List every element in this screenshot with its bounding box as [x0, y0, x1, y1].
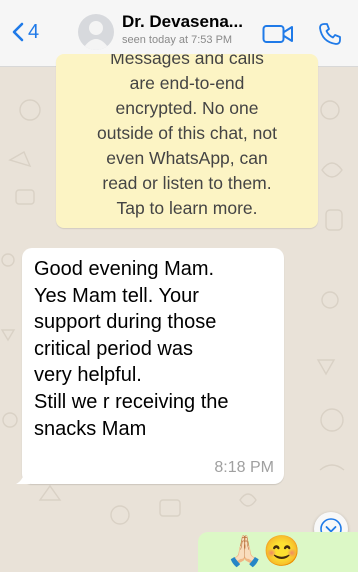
avatar[interactable] [78, 14, 114, 50]
outgoing-emoji-text: 🙏🏻😊 [226, 535, 301, 568]
contact-info[interactable]: Dr. Devasena... seen today at 7:53 PM [122, 12, 262, 46]
encryption-notice-text: Messages and calls are end-to-end encryp… [56, 54, 318, 221]
message-line: Yes Mam tell. Your [34, 284, 199, 307]
encryption-line: outside of this chat, not [97, 123, 277, 143]
video-call-button[interactable] [262, 24, 294, 49]
message-line: support during those [34, 311, 217, 334]
outgoing-message-bubble[interactable]: 🙏🏻😊 [198, 532, 358, 572]
message-line: Good evening Mam. [34, 258, 215, 280]
video-camera-icon [262, 25, 293, 43]
chevron-left-icon [12, 22, 24, 42]
last-seen: seen today at 7:53 PM [122, 34, 233, 46]
encryption-line: even WhatsApp, can [106, 148, 268, 168]
message-line: critical period was [34, 337, 193, 360]
incoming-message-bubble[interactable]: Good evening Mam. Yes Mam tell. Your sup… [16, 248, 284, 484]
message-text: Good evening Mam. Yes Mam tell. Your sup… [34, 256, 229, 442]
encryption-line: are end-to-end [129, 73, 245, 93]
message-line: snacks Mam [34, 417, 147, 440]
encryption-line: Tap to learn more. [116, 198, 258, 218]
phone-icon [319, 23, 341, 45]
back-button[interactable]: 4 [12, 22, 39, 42]
encryption-notice[interactable]: Messages and calls are end-to-end encryp… [56, 54, 318, 228]
voice-call-button[interactable] [318, 22, 342, 51]
message-timestamp: 8:18 PM [214, 459, 274, 476]
message-line: Still we r receiving the [34, 390, 229, 413]
encryption-line: Messages and calls [110, 54, 264, 68]
unread-count: 4 [28, 21, 40, 43]
contact-name: Dr. Devasena... [122, 12, 243, 31]
default-avatar-icon [82, 21, 110, 50]
message-line: very helpful. [34, 364, 142, 387]
encryption-line: read or listen to them. [102, 173, 272, 193]
encryption-line: encrypted. No one [115, 98, 259, 118]
bubble-tail [16, 470, 30, 484]
